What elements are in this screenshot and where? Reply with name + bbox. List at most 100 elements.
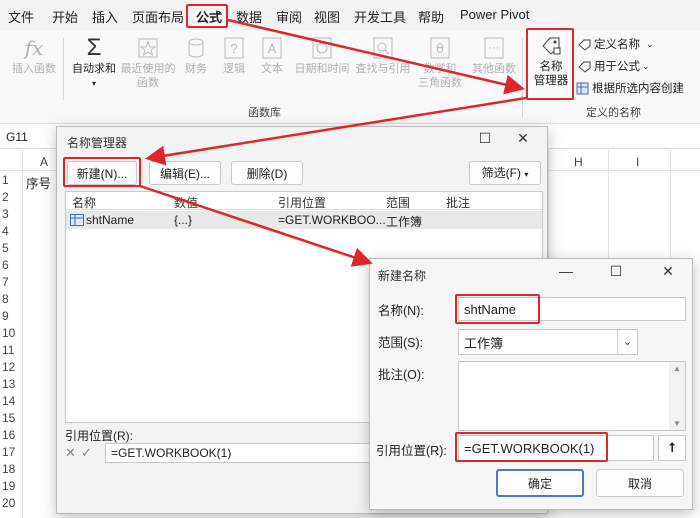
edit-name-button[interactable]: 编辑(E)... [149, 161, 221, 185]
clock-icon [312, 37, 332, 59]
row-header[interactable]: 12 [0, 360, 22, 374]
question-icon: ? [224, 37, 244, 59]
row-header[interactable]: 17 [0, 445, 22, 459]
row-header[interactable]: 14 [0, 394, 22, 408]
minimize-icon[interactable]: — [556, 263, 576, 279]
more-functions-label: 其他函数 [472, 63, 516, 75]
collapse-dialog-button[interactable]: ⭡ [658, 435, 686, 461]
chevron-down-icon: ⌄ [642, 60, 650, 71]
column-header-scope[interactable]: 范围 [386, 194, 410, 211]
group-defined-names: 定义的名称 [586, 107, 641, 119]
close-icon[interactable]: ✕ [658, 263, 678, 280]
delete-name-button[interactable]: 删除(D) [231, 161, 303, 185]
menu-power-pivot[interactable]: Power Pivot [460, 7, 529, 22]
menu-page-layout[interactable]: 页面布局 [132, 7, 184, 26]
confirm-edit-icon[interactable]: ✓ [81, 445, 92, 461]
row-header-border [22, 150, 23, 518]
lookup-button[interactable]: 查找与引用 [352, 36, 414, 76]
scope-value: 工作簿 [464, 335, 504, 351]
cell-a1[interactable]: 序号 [26, 173, 51, 192]
row-header[interactable]: 3 [0, 207, 22, 221]
text-button[interactable]: A 文本 [254, 36, 290, 76]
row-header[interactable]: 6 [0, 258, 22, 272]
create-from-selection-button[interactable]: 根据所选内容创建 [576, 80, 684, 96]
svg-text:···: ··· [489, 42, 500, 54]
finance-button[interactable]: 财务 [178, 36, 214, 76]
grid-line [608, 150, 609, 260]
row-header[interactable]: 16 [0, 428, 22, 442]
math-trig-button[interactable]: θ 数学和 三角函数 [414, 36, 466, 90]
more-functions-button[interactable]: ··· 其他函数 [468, 36, 520, 76]
row-header[interactable]: 20 [0, 496, 22, 510]
row-header[interactable]: 8 [0, 292, 22, 306]
menu-help[interactable]: 帮助 [418, 7, 444, 26]
column-header-h[interactable]: H [574, 155, 583, 169]
row-header[interactable]: 19 [0, 479, 22, 493]
math-label-2: 三角函数 [418, 77, 462, 89]
chevron-down-icon: ▾ [524, 170, 529, 179]
scope-select[interactable]: 工作簿 ⌄ [458, 329, 638, 355]
column-header-name[interactable]: 名称 [72, 194, 96, 211]
row-header[interactable]: 4 [0, 224, 22, 238]
maximize-icon[interactable]: ☐ [475, 130, 495, 147]
ok-button[interactable]: 确定 [496, 469, 584, 497]
row-header[interactable]: 7 [0, 275, 22, 289]
cancel-button[interactable]: 取消 [596, 469, 684, 497]
filter-button[interactable]: 筛选(F) ▾ [469, 161, 541, 185]
menu-view[interactable]: 视图 [314, 7, 340, 26]
use-in-formula-label: 用于公式 [594, 61, 640, 73]
menu-data[interactable]: 数据 [236, 7, 262, 26]
row-header[interactable]: 2 [0, 190, 22, 204]
scroll-up-icon[interactable]: ▲ [673, 364, 681, 373]
svg-text:?: ? [230, 41, 237, 56]
insert-function-label: 插入函数 [12, 63, 56, 75]
insert-function-button[interactable]: fx 插入函数 [8, 36, 60, 76]
range-table-icon [70, 214, 84, 226]
highlight-name-manager [526, 28, 574, 100]
cancel-edit-icon[interactable]: ✕ [65, 445, 76, 461]
column-header-a[interactable]: A [40, 155, 48, 169]
comment-scrollbar[interactable]: ▲ ▼ [669, 362, 685, 430]
more-dots-icon: ··· [484, 37, 504, 59]
row-header[interactable]: 15 [0, 411, 22, 425]
menu-review[interactable]: 审阅 [276, 7, 302, 26]
menu-developer[interactable]: 开发工具 [354, 7, 406, 26]
row-header[interactable]: 9 [0, 309, 22, 323]
close-icon[interactable]: ✕ [513, 130, 533, 147]
highlight-formulas-tab [186, 4, 228, 28]
column-header-value[interactable]: 数值 [174, 194, 198, 211]
cell-reference[interactable]: G11 [6, 130, 28, 144]
menu-home[interactable]: 开始 [52, 7, 78, 26]
column-header-i[interactable]: I [636, 155, 639, 169]
define-name-button[interactable]: 定义名称 ⌄ [578, 36, 654, 52]
scope-label: 范围(S): [378, 336, 424, 350]
row-header[interactable]: 1 [0, 173, 22, 187]
chevron-down-icon[interactable]: ⌄ [617, 330, 637, 354]
menu-insert[interactable]: 插入 [92, 7, 118, 26]
coins-icon [188, 38, 204, 58]
refers-field[interactable]: =GET.WORKBOOK(1) [105, 443, 375, 463]
refers-label: 引用位置(R): [65, 429, 133, 443]
row-header[interactable]: 11 [0, 343, 22, 357]
scroll-down-icon[interactable]: ▼ [673, 419, 681, 428]
row-header[interactable]: 18 [0, 462, 22, 476]
dialog-title: 名称管理器 [67, 136, 128, 150]
autosum-button[interactable]: Σ 自动求和 ▾ [68, 36, 120, 91]
row-header[interactable]: 5 [0, 241, 22, 255]
logic-button[interactable]: ? 逻辑 [216, 36, 252, 76]
table-row[interactable]: shtName {...} =GET.WORKBOO... 工作簿 [66, 211, 542, 229]
comment-textarea[interactable]: ▲ ▼ [458, 361, 686, 431]
maximize-icon[interactable]: ☐ [606, 263, 626, 280]
autosum-label: 自动求和 [72, 63, 116, 75]
recent-functions-button[interactable]: 最近使用的 函数 [120, 36, 176, 90]
column-header-comment[interactable]: 批注 [446, 194, 470, 211]
grid-line [670, 150, 671, 260]
row-header[interactable]: 13 [0, 377, 22, 391]
column-header-refers[interactable]: 引用位置 [278, 194, 326, 211]
define-name-icon [578, 39, 591, 51]
use-in-formula-button[interactable]: 用于公式 ⌄ [578, 58, 650, 74]
comment-label: 批注(O): [378, 368, 425, 382]
row-header[interactable]: 10 [0, 326, 22, 340]
datetime-button[interactable]: 日期和时间 [292, 36, 352, 76]
menu-file[interactable]: 文件 [8, 7, 34, 26]
